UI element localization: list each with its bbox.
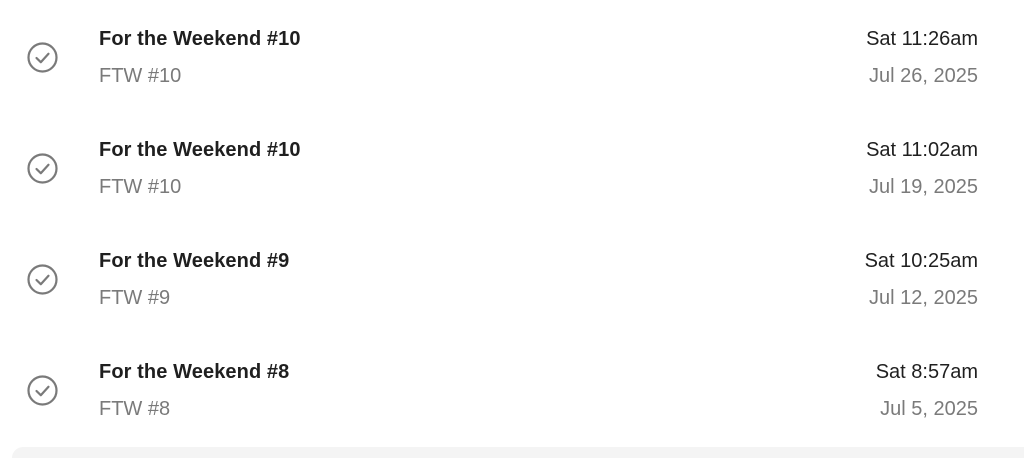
check-circle-icon: [26, 374, 59, 407]
item-time: Sat 10:25am: [864, 250, 978, 272]
list-item[interactable]: For the Weekend #9 FTW #9 Sat 10:25am Ju…: [0, 222, 1024, 333]
item-date: Jul 26, 2025: [869, 65, 978, 87]
item-subtitle: FTW #8: [99, 398, 171, 420]
item-title: For the Weekend #9: [99, 250, 290, 272]
item-date: Jul 19, 2025: [869, 176, 978, 198]
item-title: For the Weekend #10: [99, 28, 301, 50]
check-circle-icon: [26, 41, 59, 74]
item-time: Sat 8:57am: [875, 361, 978, 383]
list-item[interactable]: For the Weekend #10 FTW #10 Sat 11:26am …: [0, 0, 1024, 111]
item-subtitle: FTW #9: [99, 287, 171, 309]
list-item[interactable]: For the Weekend #8 FTW #8 Sat 8:57am Jul…: [0, 333, 1024, 444]
footer-panel: [12, 447, 1024, 458]
item-time: Sat 11:26am: [866, 28, 978, 50]
item-date: Jul 5, 2025: [880, 398, 978, 420]
item-subtitle: FTW #10: [99, 65, 182, 87]
item-subtitle: FTW #10: [99, 176, 182, 198]
item-title: For the Weekend #10: [99, 139, 301, 161]
email-list: For the Weekend #10 FTW #10 Sat 11:26am …: [0, 0, 1024, 458]
check-circle-icon: [26, 263, 59, 296]
item-time: Sat 11:02am: [866, 139, 978, 161]
list-item[interactable]: For the Weekend #10 FTW #10 Sat 11:02am …: [0, 111, 1024, 222]
item-title: For the Weekend #8: [99, 361, 290, 383]
check-circle-icon: [26, 152, 59, 185]
item-date: Jul 12, 2025: [869, 287, 978, 309]
